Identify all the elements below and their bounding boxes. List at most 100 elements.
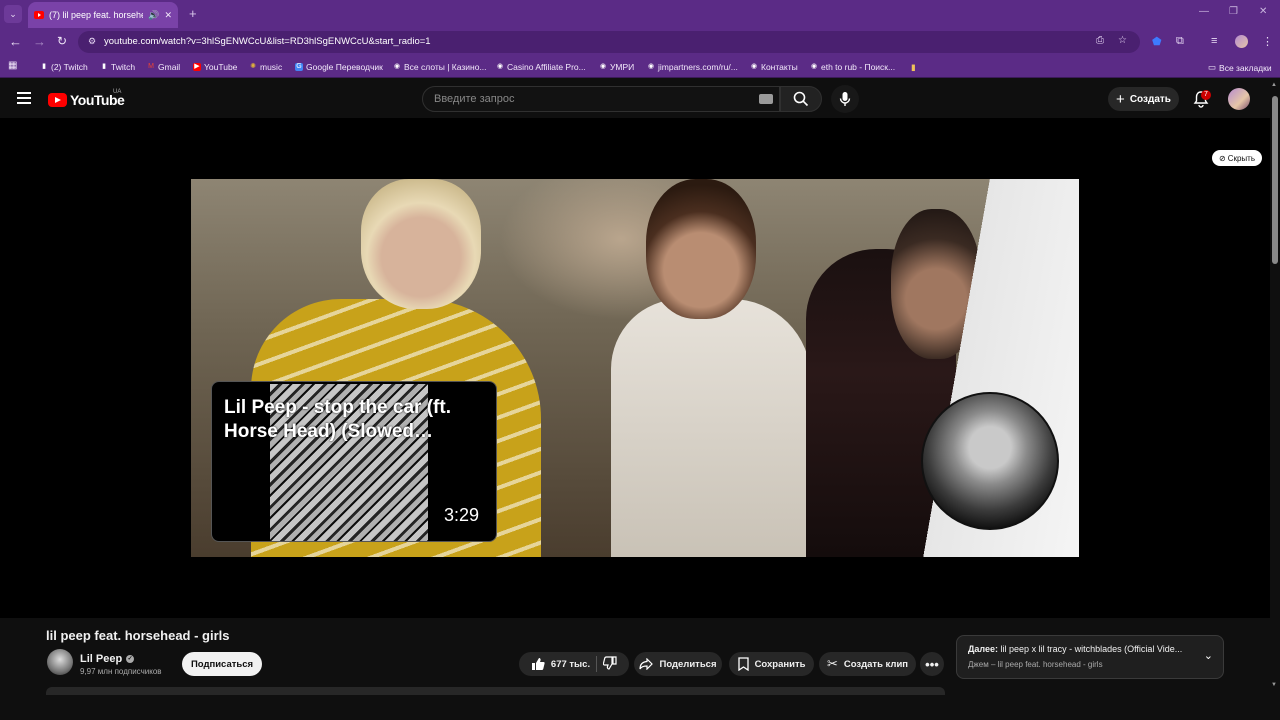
forward-icon[interactable]: → [33,34,46,49]
hide-label: Скрыть [1227,153,1255,163]
bookmark-label: Casino Affiliate Pro... [507,62,586,72]
bookmark-5[interactable]: G Google Переводчик [295,62,383,72]
profile-avatar-icon[interactable] [1235,35,1248,48]
bookmark-7[interactable]: ◉ Casino Affiliate Pro... [496,62,586,72]
bookmark-0[interactable]: ▮ (2) Twitch [40,62,88,72]
extension-shield-icon[interactable]: ⬟ [1152,35,1162,48]
restore-icon[interactable]: ❐ [1229,6,1238,17]
search-icon [793,91,809,107]
search-placeholder: Введите запрос [434,93,515,105]
bookmark-folder-icon[interactable]: ▮ [911,62,916,73]
endscreen-video-card[interactable]: Lil Peep - stop the car (ft. Horse Head)… [211,381,497,542]
endscreen-video-duration: 3:29 [443,505,479,525]
share-label: Поделиться [659,658,717,670]
create-clip-button[interactable]: ✂ Создать клип [819,652,916,676]
like-count: 677 тыс. [550,658,591,670]
scroll-up-icon[interactable]: ▲ [1271,82,1277,88]
channel-avatar[interactable] [47,649,73,675]
verified-check-icon: ✓ [126,655,135,663]
more-actions-button[interactable]: ••• [920,652,944,676]
create-button[interactable]: + Создать [1108,87,1179,111]
hide-endscreen-button[interactable]: ⊘ Скрыть [1212,150,1262,166]
channel-name-link[interactable]: Lil Peep ✓ [80,653,135,665]
back-icon[interactable]: ← [9,34,22,49]
bookmark-6[interactable]: ◉ Все слоты | Казино... [393,62,487,72]
up-next-prefix: Далее: [968,644,999,654]
apps-grid-icon[interactable]: ▦ [8,60,17,71]
microphone-icon [839,92,851,106]
media-control-icon[interactable]: ≡ [1211,35,1217,47]
subscribe-button[interactable]: Подписаться [182,652,262,676]
all-bookmarks[interactable]: ▭ Все закладки [1208,62,1272,73]
extensions-puzzle-icon[interactable]: ⧉ [1176,35,1184,48]
like-divider [596,656,598,672]
share-button[interactable]: Поделиться [634,652,722,676]
globe-icon: ◉ [599,63,607,70]
bookmark-label: jimpartners.com/ru/... [658,62,738,72]
speaker-icon[interactable]: 🔊 [148,10,159,21]
clip-label: Создать клип [843,658,909,670]
bookmark-label: (2) Twitch [51,62,88,72]
bookmark-8[interactable]: ◉ УМРИ [599,62,634,72]
channel-name: Lil Peep [80,653,123,665]
up-next-title: lil peep x lil tracy - witchblades (Offi… [1000,644,1183,654]
close-tab-icon[interactable]: ✕ [164,10,172,21]
bookmark-label: Twitch [111,62,136,72]
up-next-panel[interactable]: Далее: lil peep x lil tracy - witchblade… [956,635,1224,679]
bookmark-3[interactable]: ▶ YouTube [193,62,237,72]
site-info-icon[interactable]: ⚙ [88,36,96,47]
subscriber-count: 9,97 млн подписчиков [80,667,162,676]
scrollbar-thumb[interactable] [1272,96,1278,264]
search-button[interactable] [780,86,822,112]
bookmark-label: Контакты [761,62,798,72]
bookmark-label: УМРИ [610,62,635,72]
endscreen-channel-subscribe[interactable] [921,392,1059,530]
keyboard-icon[interactable] [759,94,773,104]
youtube-play-icon [48,93,67,107]
hamburger-menu-icon[interactable] [17,92,31,104]
up-next-playlist: Джем – lil peep feat. horsehead - girls [968,660,1103,669]
address-bar[interactable]: ⚙ youtube.com/watch?v=3hlSgENWCcU&list=R… [78,31,1140,53]
twitch-icon: ▮ [42,63,46,70]
browser-menu-icon[interactable]: ⋮ [1262,35,1273,48]
globe-icon: ◉ [393,63,401,70]
youtube-favicon-icon [34,11,44,19]
description-box[interactable] [46,687,945,695]
bookmark-star-icon[interactable]: ☆ [1118,35,1127,46]
youtube-logo[interactable]: YouTube UA [48,89,125,108]
bookmark-2[interactable]: M Gmail [147,62,180,72]
bookmark-4[interactable]: ✺ music [249,62,282,72]
install-app-icon[interactable]: ⎙ [1096,35,1104,46]
globe-icon: ◉ [750,63,758,70]
tab-title: (7) lil peep feat. horsehead [49,10,143,20]
active-tab[interactable]: (7) lil peep feat. horsehead 🔊 ✕ [28,2,178,28]
search-input[interactable]: Введите запрос [422,86,780,112]
thumbs-up-icon [531,658,545,670]
url-text: youtube.com/watch?v=3hlSgENWCcU&list=RD3… [104,36,431,47]
eye-off-icon: ⊘ [1218,153,1226,163]
folder-icon: ▭ [1208,62,1217,72]
bookmark-1[interactable]: ▮ Twitch [100,62,135,72]
reload-icon[interactable]: ↻ [57,34,67,48]
video-person-head-curly [646,179,756,319]
close-window-icon[interactable]: ✕ [1259,6,1267,17]
bookmark-label: Все слоты | Казино... [404,62,487,72]
bookmark-11[interactable]: ◉ eth to rub - Поиск... [810,62,895,72]
endscreen-video-title: Lil Peep - stop the car (ft. Horse Head)… [224,397,451,442]
dislike-button[interactable] [602,655,617,673]
account-avatar[interactable] [1228,88,1250,110]
like-button[interactable]: 677 тыс. [531,657,590,671]
minimize-icon[interactable]: — [1199,6,1209,17]
scroll-down-icon[interactable]: ▼ [1271,682,1277,688]
bookmark-9[interactable]: ◉ jimpartners.com/ru/... [647,62,738,72]
bookmarks-bar: ▦ ▮ (2) Twitch ▮ Twitch M Gmail ▶ YouTube ✺ m… [0,56,1280,78]
bookmark-10[interactable]: ◉ Контакты [750,62,798,72]
chevron-down-icon[interactable]: ⌄ [1204,649,1213,662]
youtube-icon: ▶ [193,63,201,71]
new-tab-button[interactable]: + [189,6,197,21]
save-button[interactable]: Сохранить [729,652,814,676]
bookmark-label: Gmail [158,62,181,72]
tab-search-button[interactable]: ⌄ [4,5,22,23]
voice-search-button[interactable] [831,85,859,113]
video-person-white-robe [611,299,811,557]
